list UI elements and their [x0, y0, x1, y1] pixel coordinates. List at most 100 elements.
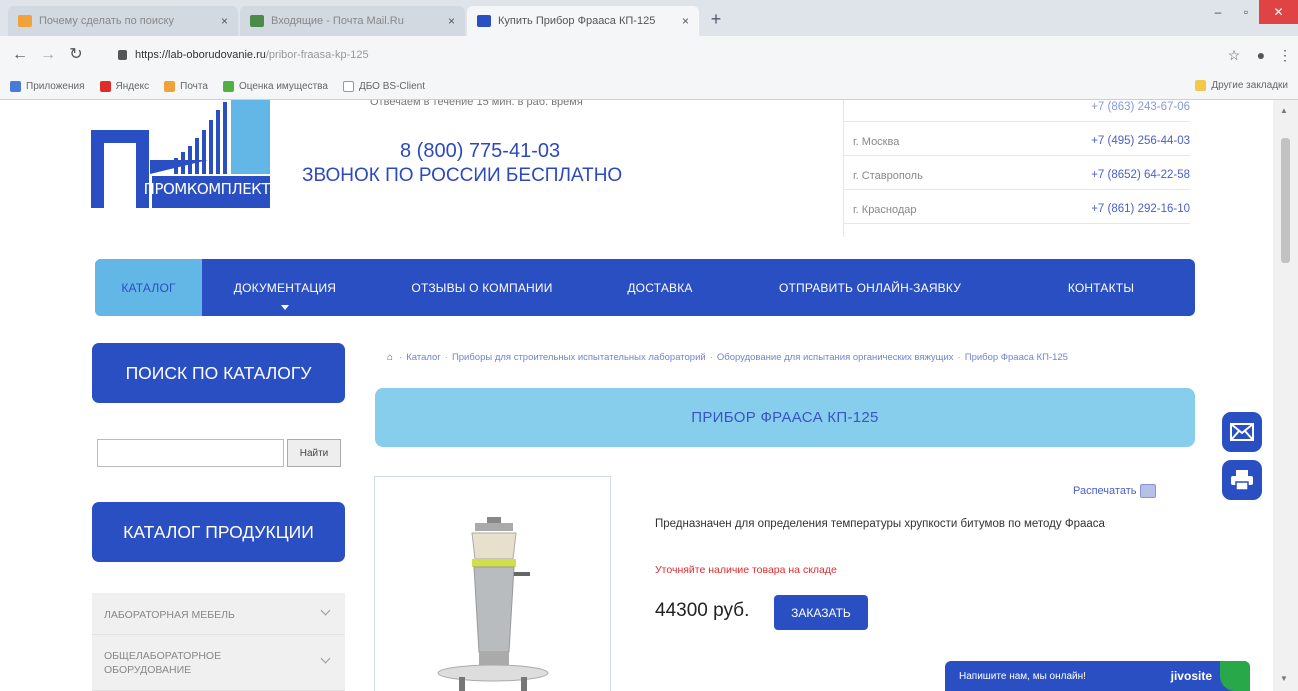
- close-tab-icon[interactable]: ×: [448, 14, 455, 28]
- profile-icon[interactable]: ●: [1252, 45, 1270, 65]
- scroll-thumb[interactable]: [1281, 138, 1290, 263]
- url-host: https://lab-oborudovanie.ru: [135, 49, 266, 61]
- printer-icon: [1140, 484, 1157, 498]
- bookmark-label: Почта: [180, 81, 208, 92]
- chevron-down-icon: [320, 653, 331, 664]
- bookmark-star-icon[interactable]: ☆: [1225, 45, 1243, 65]
- breadcrumb-link[interactable]: Оборудование для испытания органических …: [717, 352, 954, 363]
- mail-icon: [164, 81, 176, 92]
- city-phone[interactable]: +7 (8652) 64-22-58: [1091, 169, 1190, 181]
- bookmark-dbo[interactable]: ДБО BS-Client: [342, 81, 425, 92]
- city-phone[interactable]: +7 (495) 256-44-03: [1091, 135, 1190, 147]
- breadcrumb: ⌂ · Каталог · Приборы для строительных испыт…: [387, 350, 1068, 365]
- page-content: ПРОМКОМПЛЕКТ Отвечаем в течение 15 мин. …: [80, 100, 1202, 691]
- product-price: 44300 руб.: [655, 600, 750, 621]
- city-row: г. Ставрополь +7 (8652) 64-22-58: [843, 156, 1190, 190]
- back-icon[interactable]: ←: [10, 45, 30, 65]
- browser-tab-1[interactable]: Почему сделать по поиску ×: [8, 6, 238, 36]
- bookmarks-bar: Приложения Яндекс Почта Оценка имущества…: [0, 74, 1298, 100]
- product-title-bar: ПРИБОР ФРААСА КП-125: [375, 388, 1195, 447]
- search-submit-button[interactable]: Найти: [287, 439, 341, 467]
- bookmark-label: Яндекс: [115, 81, 150, 92]
- yandex-icon: [99, 81, 111, 92]
- order-button[interactable]: ЗАКАЗАТЬ: [774, 595, 868, 630]
- bookmark-label: Оценка имущества: [238, 81, 328, 92]
- page-scrollbar[interactable]: ▲ ▼: [1273, 100, 1298, 691]
- chat-brand: jivosite: [1170, 669, 1212, 683]
- tab-title: Купить Прибор Фрааса КП-125: [498, 15, 656, 27]
- hotline-phone[interactable]: 8 (800) 775-41-03: [400, 140, 560, 163]
- browser-tab-2[interactable]: Входящие - Почта Mail.Ru ×: [240, 6, 465, 36]
- bookmark-label: ДБО BS-Client: [358, 81, 425, 92]
- main-menu: КАТАЛОГ ДОКУМЕНТАЦИЯ ОТЗЫВЫ О КОМПАНИИ Д…: [95, 259, 1195, 316]
- bookmark-yandex[interactable]: Яндекс: [99, 81, 150, 92]
- chat-widget[interactable]: Напишите нам, мы онлайн! jivosite: [945, 661, 1250, 691]
- city-row: +7 (863) 243-67-06: [843, 100, 1190, 122]
- menu-item-contacts[interactable]: КОНТАКТЫ: [1016, 259, 1186, 316]
- header-note: Отвечаем в течение 15 мин. в раб. время: [370, 100, 583, 108]
- new-tab-button[interactable]: +: [705, 10, 727, 30]
- chat-label: Напишите нам, мы онлайн!: [959, 670, 1086, 682]
- maximize-button[interactable]: ▫: [1233, 0, 1259, 24]
- print-float-button[interactable]: [1222, 460, 1262, 500]
- product-description: Предназначен для определения температуры…: [655, 518, 1105, 530]
- forward-icon[interactable]: →: [38, 45, 58, 65]
- other-bookmarks-label: Другие закладки: [1211, 80, 1288, 91]
- other-bookmarks[interactable]: Другие закладки: [1195, 80, 1288, 91]
- browser-nav-bar: ← → ↻ https://lab-oborudovanie.ru /pribo…: [0, 36, 1298, 74]
- menu-item-catalog[interactable]: КАТАЛОГ: [95, 259, 202, 316]
- city-phone[interactable]: +7 (863) 243-67-06: [1091, 101, 1190, 113]
- browser-tab-3[interactable]: Купить Прибор Фрааса КП-125 ×: [467, 6, 699, 36]
- close-tab-icon[interactable]: ×: [221, 14, 228, 28]
- home-icon[interactable]: ⌂: [387, 350, 393, 365]
- site-tab-icon: [477, 15, 491, 27]
- menu-item-documentation[interactable]: ДОКУМЕНТАЦИЯ: [202, 259, 368, 316]
- menu-item-online-request[interactable]: ОТПРАВИТЬ ОНЛАЙН-ЗАЯВКУ: [724, 259, 1016, 316]
- close-window-button[interactable]: ✕: [1259, 0, 1298, 24]
- reload-icon[interactable]: ↻: [66, 45, 86, 65]
- page-viewport: ПРОМКОМПЛЕКТ Отвечаем в течение 15 мин. …: [0, 100, 1298, 691]
- city-name: г. Москва: [853, 136, 900, 148]
- menu-item-delivery[interactable]: ДОСТАВКА: [596, 259, 724, 316]
- bookmark-valuation[interactable]: Оценка имущества: [222, 81, 328, 92]
- city-phone[interactable]: +7 (861) 292-16-10: [1091, 203, 1190, 215]
- apps-icon: [10, 81, 21, 92]
- product-photo: [437, 517, 549, 691]
- bookmark-apps[interactable]: Приложения: [10, 81, 85, 92]
- document-icon: [342, 81, 354, 92]
- scroll-down-icon[interactable]: ▼: [1280, 674, 1288, 683]
- search-input[interactable]: [97, 439, 284, 467]
- logo-text: ПРОМКОМПЛЕКТ: [143, 180, 271, 198]
- city-name: г. Краснодар: [853, 204, 917, 216]
- chevron-down-icon: [320, 605, 331, 616]
- close-tab-icon[interactable]: ×: [682, 14, 689, 28]
- tab-title: Входящие - Почта Mail.Ru: [271, 15, 404, 27]
- category-item[interactable]: ЛАБОРАТОРНАЯ МЕБЕЛЬ: [92, 593, 345, 635]
- hotline-note: ЗВОНОК ПО РОССИИ БЕСПЛАТНО: [302, 165, 623, 186]
- menu-item-reviews[interactable]: ОТЗЫВЫ О КОМПАНИИ: [368, 259, 596, 316]
- caret-down-icon: [281, 305, 289, 310]
- category-label: ЛАБОРАТОРНАЯ МЕБЕЛЬ: [104, 609, 235, 621]
- mail-float-button[interactable]: [1222, 412, 1262, 452]
- address-bar[interactable]: https://lab-oborudovanie.ru /pribor-fraa…: [118, 43, 1188, 67]
- envelope-icon: [1230, 423, 1254, 441]
- print-link[interactable]: Распечатать: [1073, 484, 1157, 498]
- page-title: ПРИБОР ФРААСА КП-125: [691, 409, 879, 426]
- product-image[interactable]: [374, 476, 611, 691]
- catalog-search-button[interactable]: ПОИСК ПО КАТАЛОГУ: [92, 343, 345, 403]
- mail-tab-icon: [18, 15, 32, 27]
- product-catalog-button[interactable]: КАТАЛОГ ПРОДУКЦИИ: [92, 502, 345, 562]
- print-label: Распечатать: [1073, 485, 1137, 497]
- stock-note: Уточняйте наличие товара на складе: [655, 564, 837, 576]
- minimize-button[interactable]: –: [1203, 0, 1233, 24]
- breadcrumb-link[interactable]: Приборы для строительных испытательных л…: [452, 352, 706, 363]
- company-logo[interactable]: ПРОМКОМПЛЕКТ: [88, 100, 273, 212]
- category-item[interactable]: ОБЩЕЛАБОРАТОРНОЕ ОБОРУДОВАНИЕ: [92, 635, 345, 691]
- category-label: ОБЩЕЛАБОРАТОРНОЕ ОБОРУДОВАНИЕ: [104, 650, 222, 676]
- tab-title: Почему сделать по поиску: [39, 15, 174, 27]
- bookmark-label: Приложения: [26, 81, 85, 92]
- breadcrumb-link[interactable]: Каталог: [406, 352, 441, 363]
- bookmark-mail[interactable]: Почта: [164, 81, 208, 92]
- scroll-up-icon[interactable]: ▲: [1280, 106, 1288, 115]
- menu-dots-icon[interactable]: ⋮: [1276, 45, 1294, 65]
